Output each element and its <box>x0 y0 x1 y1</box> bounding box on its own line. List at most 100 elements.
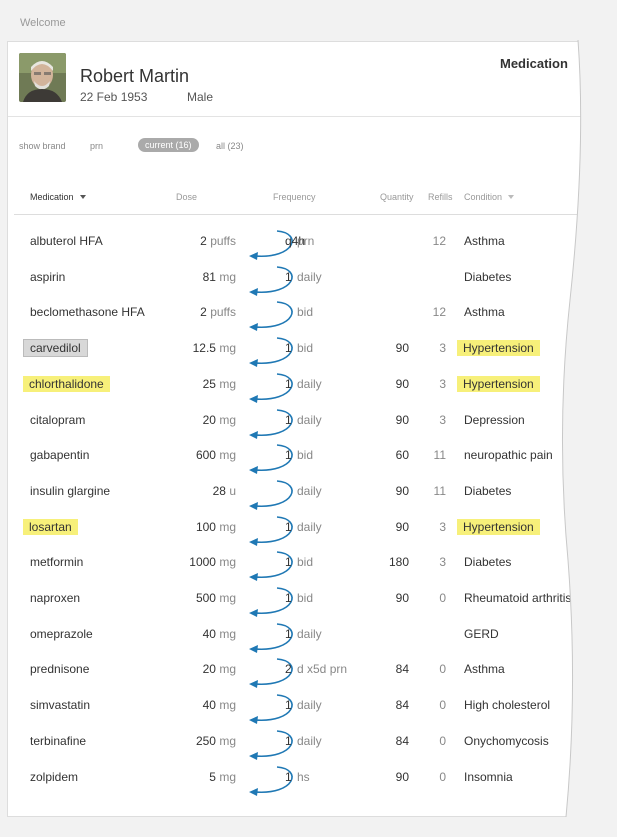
filter-prn[interactable]: prn <box>90 141 103 151</box>
condition-cell[interactable]: neuropathic pain <box>464 447 553 463</box>
dose-value: 100 <box>195 520 216 534</box>
col-quantity-header[interactable]: Quantity <box>380 192 414 202</box>
col-frequency-header[interactable]: Frequency <box>273 192 316 202</box>
refills-cell: 3 <box>439 377 446 391</box>
dose-link-arrow-icon <box>249 266 293 296</box>
frequency-unit: bid <box>297 591 314 605</box>
condition-cell[interactable]: Asthma <box>464 661 505 677</box>
frequency-unit: bid <box>297 555 314 569</box>
dose-cell: 100 mg <box>196 519 236 535</box>
refills-cell: 12 <box>432 234 446 248</box>
condition-cell[interactable]: GERD <box>464 626 499 642</box>
col-condition-header[interactable]: Condition <box>464 192 515 202</box>
medication-name[interactable]: insulin glargine <box>30 483 110 499</box>
dose-value: 1000 <box>189 555 216 569</box>
medication-name[interactable]: albuterol HFA <box>30 233 103 249</box>
condition-cell[interactable]: Diabetes <box>464 269 511 285</box>
condition-cell[interactable]: Hypertension <box>457 376 540 392</box>
medication-name[interactable]: zolpidem <box>30 769 78 785</box>
condition-cell[interactable]: Asthma <box>464 233 505 249</box>
medication-name[interactable]: citalopram <box>30 412 85 428</box>
condition-cell[interactable]: Insomnia <box>464 769 513 785</box>
table-row[interactable]: terbinafine 250 mg 1 daily 84 0 Onychomycosis <box>8 730 606 769</box>
table-row[interactable]: losartan 100 mg 1 daily 90 3 Hypertension <box>8 516 606 555</box>
condition-cell[interactable]: Rheumatoid arthritis <box>464 590 571 606</box>
quantity-cell: 180 <box>388 555 409 569</box>
frequency-number: 1 <box>285 770 292 784</box>
table-row[interactable]: naproxen 500 mg 1 bid 90 0 Rheumatoid arthriti… <box>8 587 606 626</box>
dose-cell: 2 puffs <box>200 304 236 320</box>
col-dose-header[interactable]: Dose <box>176 192 197 202</box>
table-row[interactable]: beclomethasone HFA 2 puffs bid 12 Asthma <box>8 301 606 340</box>
patient-name: Robert Martin <box>80 66 190 86</box>
frequency-number: 1 <box>285 555 292 569</box>
medication-name[interactable]: terbinafine <box>30 733 86 749</box>
welcome-breadcrumb[interactable]: Welcome <box>20 17 66 29</box>
filter-all[interactable]: all (23) <box>216 141 244 151</box>
condition-cell[interactable]: High cholesterol <box>464 697 550 713</box>
dose-link-arrow-icon <box>249 480 293 510</box>
filter-current[interactable]: current (16) <box>138 138 199 152</box>
dose-link-arrow-icon <box>249 587 293 617</box>
table-row[interactable]: carvedilol 12.5 mg 1 bid 90 3 Hypertension <box>8 337 606 376</box>
dose-link-arrow-icon <box>249 516 293 546</box>
dose-cell: 600 mg <box>196 447 236 463</box>
condition-cell[interactable]: Diabetes <box>464 554 511 570</box>
medication-name[interactable]: prednisone <box>30 661 89 677</box>
dose-value: 25 <box>202 377 216 391</box>
col-medication-header[interactable]: Medication <box>30 192 86 202</box>
frequency-unit: daily <box>297 698 322 712</box>
quantity-cell: 84 <box>395 698 409 712</box>
table-row[interactable]: chlorthalidone 25 mg 1 daily 90 3 Hypertension <box>8 373 606 412</box>
medication-name[interactable]: carvedilol <box>23 339 88 357</box>
filter-show-brand[interactable]: show brand <box>19 141 66 151</box>
dose-link-arrow-icon <box>249 337 293 367</box>
condition-cell[interactable]: Diabetes <box>464 483 511 499</box>
medication-name[interactable]: chlorthalidone <box>23 376 110 392</box>
condition-cell[interactable]: Onychomycosis <box>464 733 549 749</box>
quantity-cell: 90 <box>395 413 409 427</box>
frequency-number: 1 <box>285 413 292 427</box>
medication-name[interactable]: aspirin <box>30 269 65 285</box>
table-row[interactable]: albuterol HFA 2 puffs q4h prn 12 Asthma <box>8 230 606 269</box>
condition-cell[interactable]: Asthma <box>464 304 505 320</box>
dose-value: 2 <box>200 234 207 248</box>
dose-link-arrow-icon <box>249 658 293 688</box>
medication-name[interactable]: naproxen <box>30 590 80 606</box>
quantity-cell: 90 <box>395 591 409 605</box>
table-row[interactable]: simvastatin 40 mg 1 daily 84 0 High cholestero… <box>8 694 606 733</box>
quantity-cell: 84 <box>395 662 409 676</box>
table-row[interactable]: gabapentin 600 mg 1 bid 60 11 neuropathic pain <box>8 444 606 483</box>
dose-value: 28 <box>212 484 226 498</box>
frequency-unit: bid <box>297 448 314 462</box>
frequency-unit: d x5d prn <box>297 662 348 676</box>
table-row[interactable]: prednisone 20 mg 2 d x5d prn 84 0 Asthma <box>8 658 606 697</box>
refills-cell: 0 <box>439 698 446 712</box>
dose-cell: 40 mg <box>203 626 236 642</box>
refills-cell: 3 <box>439 341 446 355</box>
condition-cell[interactable]: Hypertension <box>457 519 540 535</box>
table-row[interactable]: zolpidem 5 mg 1 hs 90 0 Insomnia <box>8 766 606 805</box>
quantity-cell: 90 <box>395 377 409 391</box>
frequency-unit: daily <box>297 520 322 534</box>
medication-name[interactable]: metformin <box>30 554 83 570</box>
medication-name[interactable]: simvastatin <box>30 697 90 713</box>
table-row[interactable]: citalopram 20 mg 1 daily 90 3 Depression <box>8 409 606 448</box>
medication-name[interactable]: losartan <box>23 519 78 535</box>
dose-link-arrow-icon <box>249 301 293 331</box>
table-row[interactable]: insulin glargine 28 u daily 90 11 Diabetes <box>8 480 606 519</box>
table-row[interactable]: metformin 1000 mg 1 bid 180 3 Diabetes <box>8 551 606 590</box>
condition-cell[interactable]: Hypertension <box>457 340 540 356</box>
frequency-number: 1 <box>285 377 292 391</box>
table-row[interactable]: omeprazole 40 mg 1 daily GERD <box>8 623 606 662</box>
table-row[interactable]: aspirin 81 mg 1 daily Diabetes <box>8 266 606 305</box>
frequency-number: 1 <box>285 270 292 284</box>
condition-cell[interactable]: Depression <box>464 412 525 428</box>
col-refills-header[interactable]: Refills <box>428 192 453 202</box>
header-divider <box>8 116 606 117</box>
frequency-number: 1 <box>285 698 292 712</box>
frequency-number: 1 <box>285 448 292 462</box>
medication-name[interactable]: gabapentin <box>30 447 89 463</box>
medication-name[interactable]: omeprazole <box>30 626 93 642</box>
medication-name[interactable]: beclomethasone HFA <box>30 304 145 320</box>
